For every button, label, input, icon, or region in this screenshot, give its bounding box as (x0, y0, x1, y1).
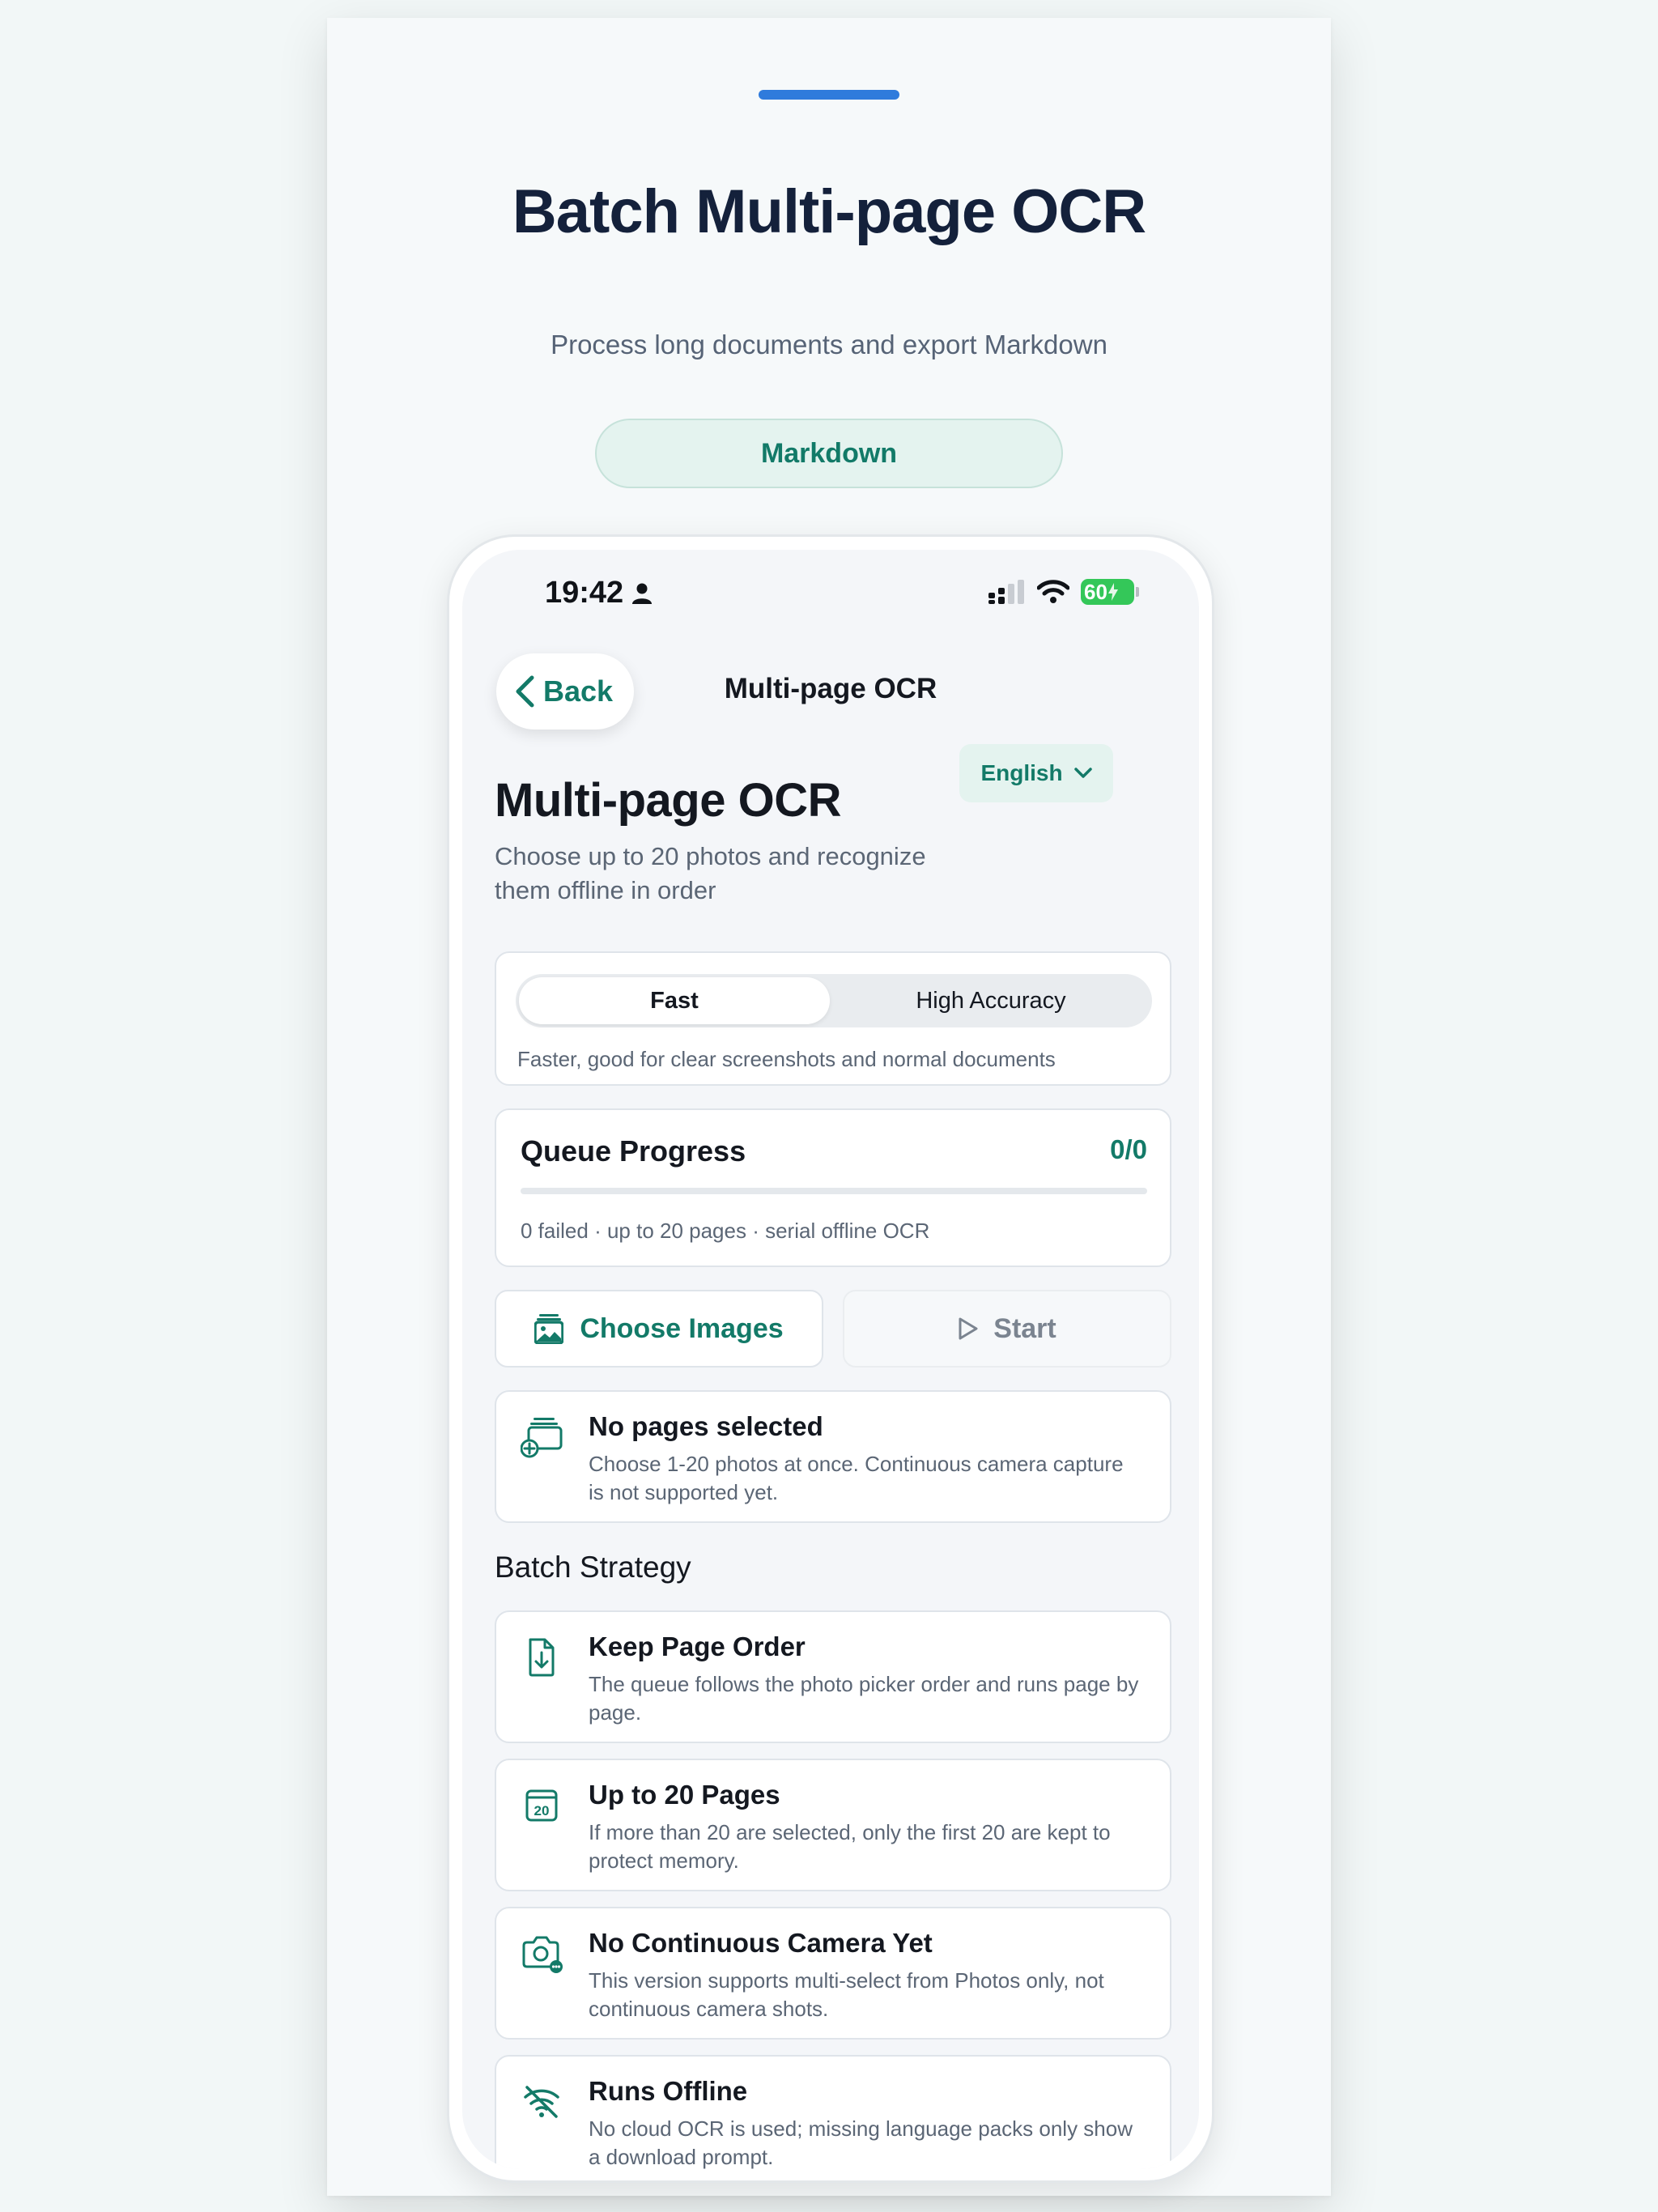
strategy-item-desc: The queue follows the photo picker order… (589, 1672, 1139, 1725)
nav-title: Multi-page OCR (724, 673, 937, 704)
promo-card: Batch Multi-page OCR Process long docume… (327, 18, 1331, 2196)
hero-title: Batch Multi-page OCR (512, 177, 1146, 246)
language-dropdown[interactable]: English (959, 744, 1113, 802)
section-heading-batch-strategy: Batch Strategy (495, 1551, 691, 1584)
hero-subtitle: Process long documents and export Markdo… (551, 330, 1107, 359)
photo-stack-icon (534, 1314, 564, 1344)
strategy-item-keep-page-order: Keep Page Order The queue follows the ph… (495, 1610, 1171, 1743)
strategy-item-runs-offline: Runs Offline No cloud OCR is used; missi… (495, 2055, 1171, 2169)
add-pages-icon (521, 1418, 563, 1458)
camera-icon (522, 1936, 563, 1973)
status-time-text: 19:42 (545, 576, 624, 610)
document-download-icon (529, 1638, 555, 1677)
strategy-item-no-continuous-camera: No Continuous Camera Yet This version su… (495, 1907, 1171, 2040)
battery-level: 60 (1084, 579, 1107, 604)
cellular-signal-icon (988, 580, 1024, 604)
page-subtitle: Choose up to 20 photos and recognize the… (495, 842, 926, 904)
play-icon (959, 1317, 978, 1340)
queue-progress-card: Queue Progress 0/0 0 failed · up to 20 p… (495, 1108, 1171, 1267)
start-label: Start (993, 1312, 1056, 1344)
strategy-item-title: No Continuous Camera Yet (589, 1928, 933, 1958)
mode-segmented-control: Fast High Accuracy (516, 974, 1152, 1027)
phone-frame: 19:42 60 Back Multi-page OCR Multi-page … (447, 534, 1214, 2183)
drag-handle[interactable] (759, 90, 899, 100)
wifi-icon (1037, 580, 1069, 603)
queue-progress-bar (521, 1188, 1147, 1194)
empty-state-card: No pages selected Choose 1-20 photos at … (495, 1390, 1171, 1523)
chevron-down-icon (1073, 768, 1092, 778)
strategy-item-title: Runs Offline (589, 2076, 748, 2106)
empty-state-title: No pages selected (589, 1411, 823, 1441)
strategy-item-desc: This version supports multi-select from … (589, 1968, 1104, 2021)
wifi-off-icon (524, 2086, 559, 2118)
battery-indicator: 60 (1081, 579, 1139, 605)
mode-hint: Faster, good for clear screenshots and n… (517, 1047, 1056, 1071)
strategy-item-up-to-20-pages: 20 Up to 20 Pages If more than 20 are se… (495, 1759, 1171, 1891)
mode-option-fast[interactable]: Fast (519, 977, 830, 1024)
empty-state-desc: Choose 1-20 photos at once. Continuous c… (589, 1452, 1124, 1504)
queue-meta: 0 failed · up to 20 pages · serial offli… (521, 1219, 930, 1243)
mode-card: Fast High Accuracy Faster, good for clea… (495, 951, 1171, 1086)
strategy-item-desc: No cloud OCR is used; missing language p… (589, 2116, 1133, 2169)
queue-title: Queue Progress (521, 1134, 746, 1168)
charging-bolt-icon (1107, 583, 1118, 601)
choose-images-button[interactable]: Choose Images (495, 1290, 823, 1368)
strategy-item-title: Keep Page Order (589, 1631, 806, 1661)
strategy-item-title: Up to 20 Pages (589, 1780, 780, 1810)
strategy-item-desc: If more than 20 are selected, only the f… (589, 1820, 1111, 1873)
phone-screen: 19:42 60 Back Multi-page OCR Multi-page … (462, 550, 1199, 2169)
page-title: Multi-page OCR (495, 774, 841, 827)
calendar-20-icon: 20 (525, 1789, 558, 1822)
status-time: 19:42 (545, 576, 653, 610)
queue-count: 0/0 (1110, 1134, 1147, 1164)
format-pill: Markdown (595, 419, 1063, 488)
start-button[interactable]: Start (843, 1290, 1171, 1368)
mode-option-high-accuracy[interactable]: High Accuracy (833, 977, 1149, 1024)
status-icons: 60 (987, 579, 1139, 605)
person-icon (632, 583, 653, 604)
svg-text:20: 20 (534, 1803, 550, 1819)
language-value: English (980, 760, 1063, 785)
choose-images-label: Choose Images (580, 1312, 784, 1344)
